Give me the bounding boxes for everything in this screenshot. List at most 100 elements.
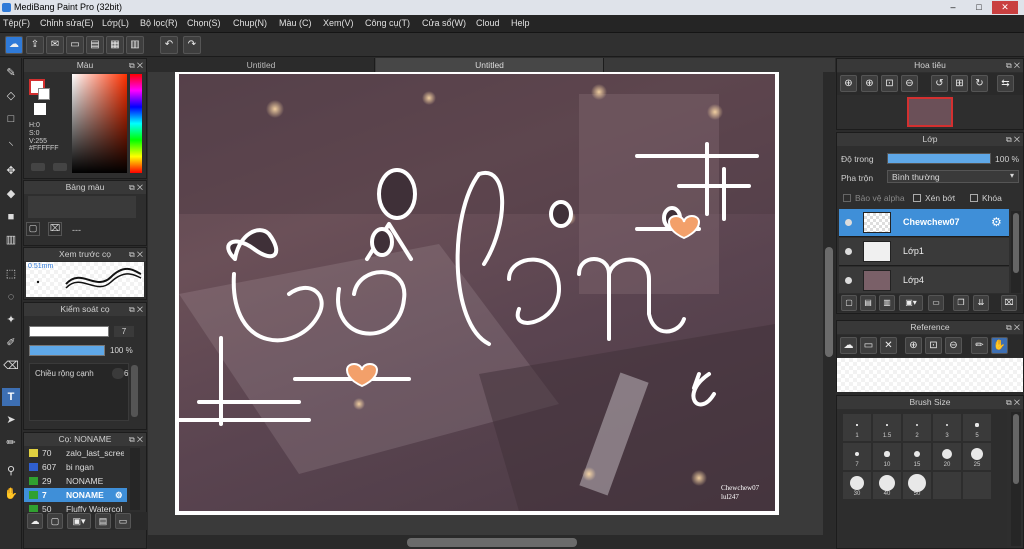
menu-color[interactable]: Màu (C)	[279, 18, 312, 28]
rotate-left-icon[interactable]: ↺	[931, 75, 948, 92]
magic-wand-icon[interactable]: ✦	[2, 311, 20, 329]
brush-list-item[interactable]: 7 NONAME ⚙	[24, 488, 127, 502]
layer-row[interactable]: Chewchew07 ⚙	[839, 209, 1009, 237]
menu-help[interactable]: Help	[511, 18, 530, 28]
menu-view[interactable]: Xem(V)	[323, 18, 354, 28]
brush-opacity-slider[interactable]	[29, 345, 105, 356]
brush-list-item[interactable]: 70 zalo_last_scree	[24, 446, 127, 460]
gradient-tool-icon[interactable]: ▥	[2, 231, 20, 249]
horizontal-scroll-thumb[interactable]	[407, 538, 577, 547]
operation-tool-icon[interactable]: ➤	[2, 411, 20, 429]
lock-checkbox[interactable]	[970, 194, 978, 202]
zoom-in-icon[interactable]: ⊕	[840, 75, 857, 92]
grid-icon[interactable]: ▦	[106, 36, 124, 54]
new-1bit-layer-icon[interactable]: ▥	[879, 295, 895, 311]
layer-visibility-icon[interactable]	[845, 219, 852, 226]
background-color-swatch[interactable]	[38, 88, 50, 100]
bucket-tool-icon[interactable]: ◆	[2, 185, 20, 203]
brush-size-cell[interactable]: 20	[933, 443, 961, 470]
reference-zoom-out-icon[interactable]: ⊖	[945, 337, 962, 354]
eraser-tool-icon[interactable]: ◇	[2, 87, 20, 105]
dot-tool-icon[interactable]: ⸜	[2, 133, 20, 151]
layer-visibility-icon[interactable]	[845, 248, 852, 255]
reference-eyedropper-icon[interactable]: ✏	[971, 337, 988, 354]
comment-icon[interactable]: ✉	[46, 36, 64, 54]
layer-folder-icon[interactable]: ▭	[928, 295, 944, 311]
brush-size-cell[interactable]: 40	[873, 472, 901, 499]
text-tool-icon[interactable]: T	[2, 388, 20, 406]
brush-folder-icon[interactable]: ▭	[115, 513, 131, 529]
minimize-button[interactable]: –	[940, 1, 966, 14]
undo-icon[interactable]: ↶	[160, 36, 178, 54]
select-eraser-icon[interactable]: ⌫	[2, 357, 20, 375]
maximize-button[interactable]: □	[966, 1, 992, 14]
brush-size-cell[interactable]: 10	[873, 443, 901, 470]
new-halftone-layer-icon[interactable]: ▤	[860, 295, 876, 311]
delete-palette-icon[interactable]: ⌧	[48, 222, 62, 236]
canvas-horizontal-scrollbar[interactable]	[148, 535, 835, 549]
vertical-scroll-thumb[interactable]	[825, 247, 833, 357]
layer-row[interactable]: Lớp4	[839, 267, 1009, 293]
lasso-tool-icon[interactable]: ◌	[2, 288, 20, 306]
brush-size-cell[interactable]: 1.5	[873, 414, 901, 441]
brush-size-cell[interactable]: 3	[933, 414, 961, 441]
close-reference-icon[interactable]: ✕	[880, 337, 897, 354]
cloud-reference-icon[interactable]: ☁	[840, 337, 857, 354]
rectangle-tool-icon[interactable]: □	[2, 110, 20, 128]
brush-size-cell[interactable]: 7	[843, 443, 871, 470]
hand-tool-icon[interactable]: ✋	[2, 485, 20, 503]
cloud-icon[interactable]: ☁	[5, 36, 23, 54]
zoom-plus-icon[interactable]: ⊕	[861, 75, 878, 92]
zoom-out-icon[interactable]: ⊖	[901, 75, 918, 92]
protect-alpha-checkbox[interactable]	[843, 194, 851, 202]
brush-size-cell[interactable]: 5	[963, 414, 991, 441]
menu-edit[interactable]: Chỉnh sửa(E)	[40, 18, 94, 28]
gear-icon[interactable]: ⚙	[991, 215, 1002, 229]
saturation-value-picker[interactable]	[72, 74, 127, 173]
rotate-right-icon[interactable]: ↻	[971, 75, 988, 92]
layer-list-scrollbar[interactable]	[1011, 211, 1021, 293]
fit-icon[interactable]: ⊡	[881, 75, 898, 92]
navigator-thumbnail[interactable]	[907, 97, 953, 127]
new-brush-icon[interactable]: ▢	[47, 513, 63, 529]
color-history-button[interactable]	[53, 163, 67, 171]
brush-size-cell[interactable]	[933, 472, 961, 499]
reference-fit-icon[interactable]: ⊡	[925, 337, 942, 354]
tab-untitled-1[interactable]: Untitled	[148, 58, 375, 72]
open-reference-icon[interactable]: ▭	[860, 337, 877, 354]
merge-layer-icon[interactable]: ⇊	[973, 295, 989, 311]
palette-swatches[interactable]	[28, 196, 136, 218]
eyedropper-icon[interactable]: ✏	[2, 434, 20, 452]
brush-tool-icon[interactable]: ✎	[2, 64, 20, 82]
hue-slider[interactable]	[130, 74, 142, 173]
share-icon[interactable]: ⇪	[26, 36, 44, 54]
fill-rect-icon[interactable]: ■	[2, 208, 20, 226]
tab-untitled-2[interactable]: Untitled	[376, 58, 604, 72]
layer-opacity-slider[interactable]	[887, 153, 991, 164]
layer-options-icon[interactable]: ▣▾	[899, 295, 923, 311]
menu-select[interactable]: Chọn(S)	[187, 18, 221, 28]
edge-width-toggle[interactable]	[112, 368, 124, 379]
transparent-swatch[interactable]	[34, 103, 46, 115]
select-rect-icon[interactable]: ⬚	[2, 265, 20, 283]
brush-size-slider[interactable]	[29, 326, 109, 337]
brush-size-value[interactable]: 7	[114, 326, 134, 337]
document-icon[interactable]: ▤	[86, 36, 104, 54]
layer-visibility-icon[interactable]	[845, 277, 852, 284]
brush-size-cell[interactable]: 15	[903, 443, 931, 470]
brush-size-cell[interactable]: 25	[963, 443, 991, 470]
menu-layer[interactable]: Lớp(L)	[102, 18, 129, 28]
brush-size-cell[interactable]: 50	[903, 472, 931, 499]
brush-size-cell[interactable]: 2	[903, 414, 931, 441]
menu-cloud[interactable]: Cloud	[476, 18, 500, 28]
move-tool-icon[interactable]: ✥	[2, 162, 20, 180]
select-pen-icon[interactable]: ✐	[2, 334, 20, 352]
duplicate-layer-icon[interactable]: ❐	[953, 295, 969, 311]
menu-filter[interactable]: Bộ lọc(R)	[140, 18, 178, 28]
menu-file[interactable]: Tệp(F)	[3, 18, 30, 28]
brush-size-cell[interactable]: 30	[843, 472, 871, 499]
gear-icon[interactable]: ⚙	[115, 488, 123, 502]
color-mode-button[interactable]	[31, 163, 45, 171]
brush-size-cell[interactable]: 1	[843, 414, 871, 441]
brush-size-cell[interactable]	[963, 472, 991, 499]
